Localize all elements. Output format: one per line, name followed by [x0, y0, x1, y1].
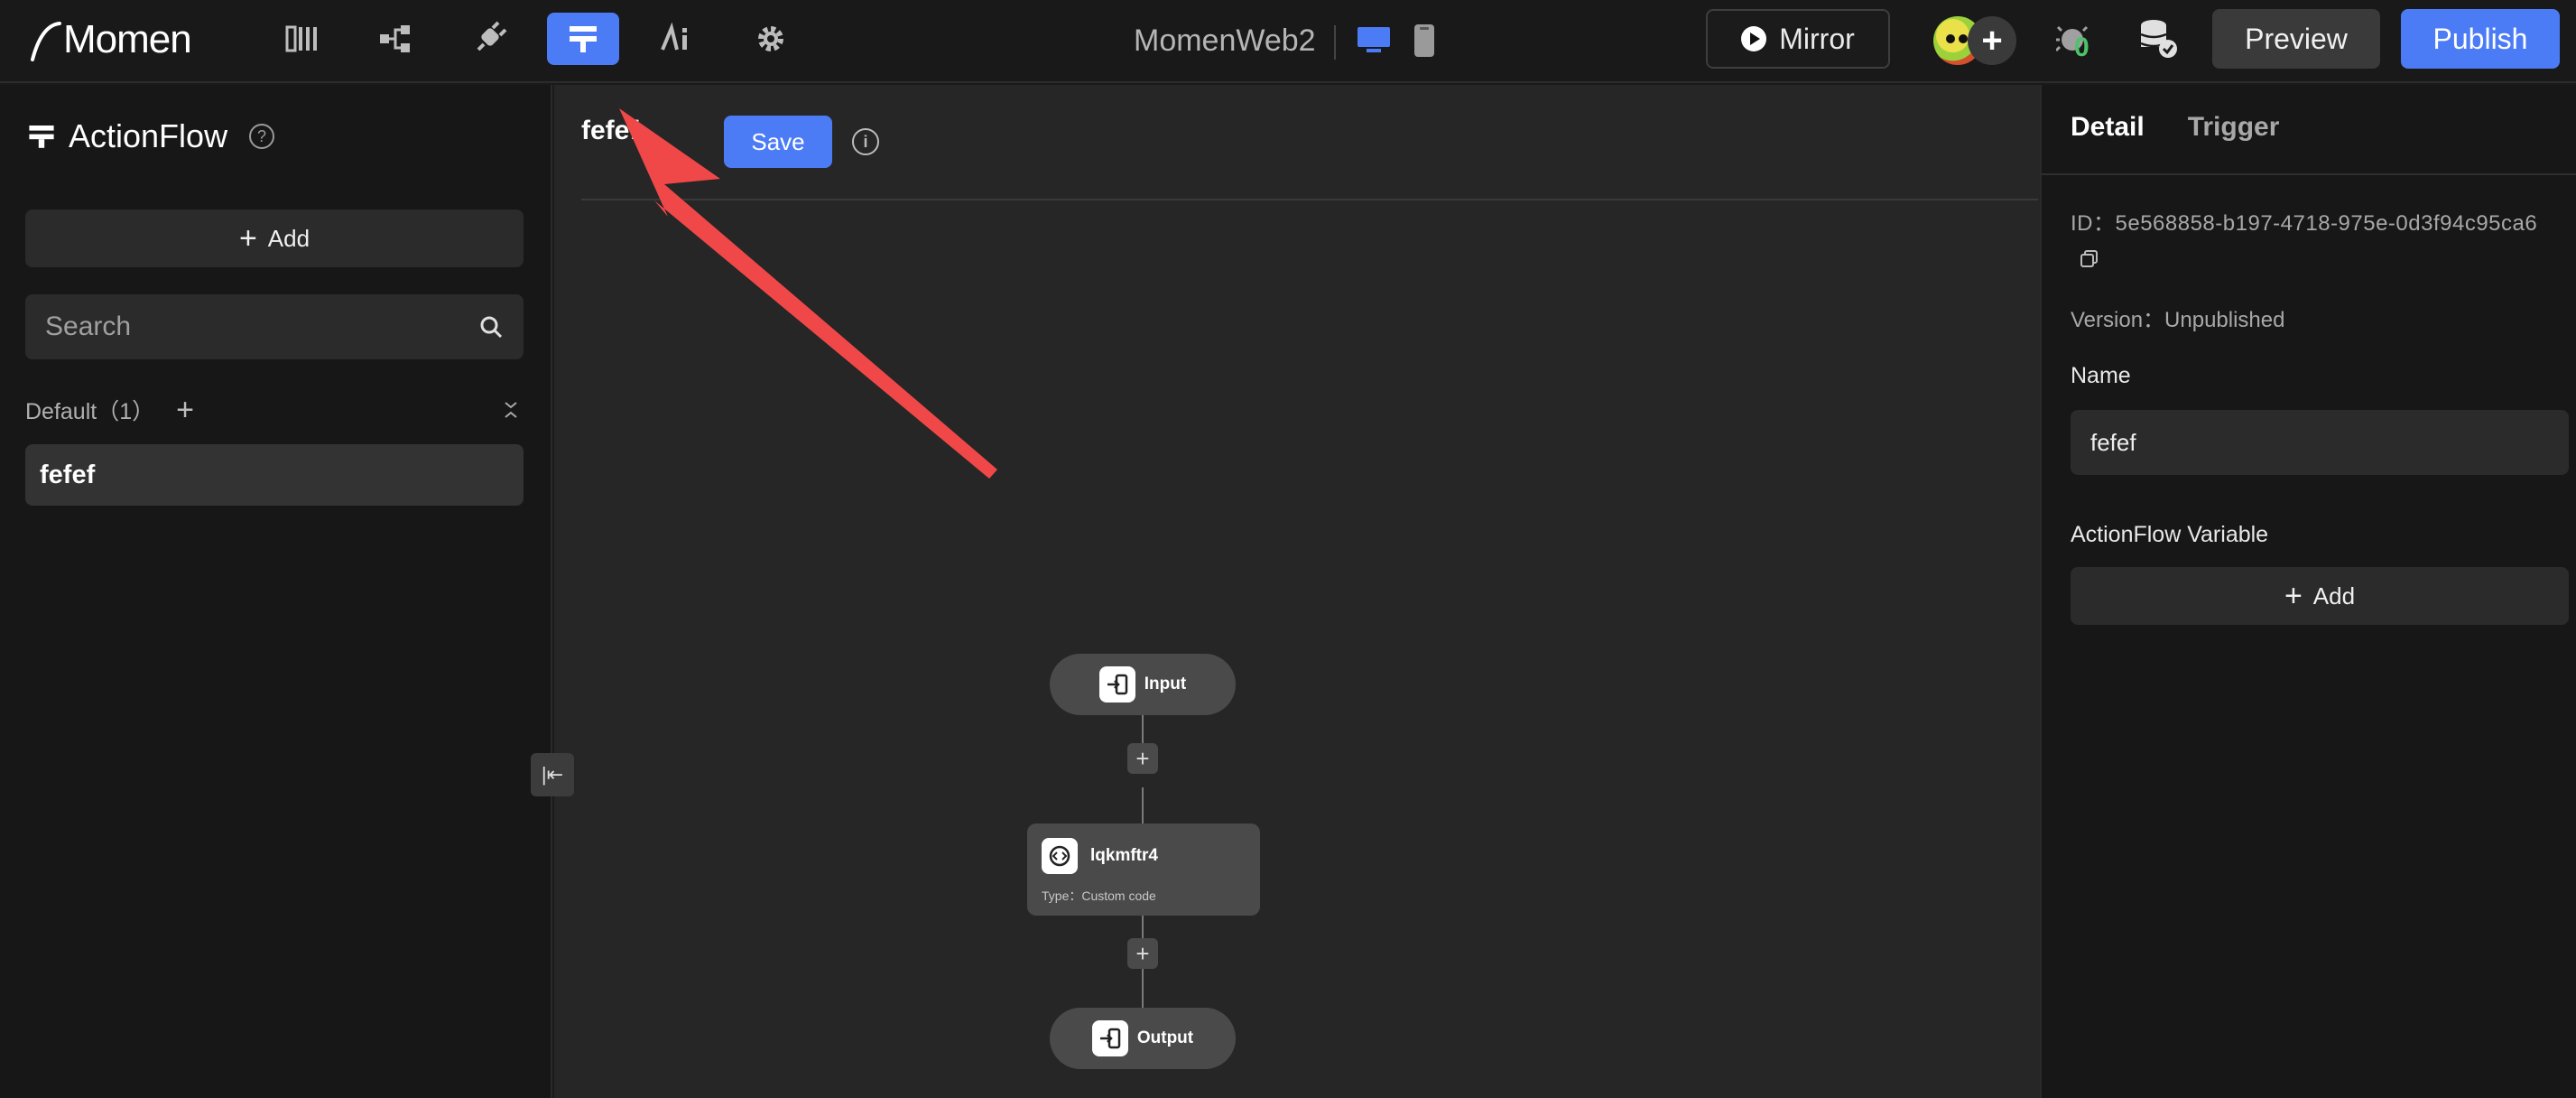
group-header: Default（1） +	[25, 392, 524, 428]
group-label: Default（1）	[25, 399, 155, 424]
momen-logo[interactable]: Momen	[29, 13, 192, 67]
actionflow-icon	[29, 126, 54, 148]
search-icon[interactable]	[478, 314, 504, 340]
tab-detail[interactable]: Detail	[2071, 112, 2145, 143]
publish-button[interactable]: Publish	[2401, 9, 2560, 69]
divider	[2042, 173, 2576, 175]
collapse-sidebar-icon[interactable]: |⇤	[531, 753, 574, 796]
list-item[interactable]: fefef	[25, 444, 524, 506]
desktop-device-icon[interactable]	[1356, 23, 1392, 56]
connector	[1142, 966, 1144, 1008]
logo-swoosh-icon	[31, 22, 61, 61]
output-node-label: Output	[1136, 1028, 1194, 1047]
help-icon[interactable]: ?	[249, 124, 275, 149]
connector	[1142, 787, 1144, 825]
add-to-group-icon[interactable]: +	[176, 393, 194, 428]
detail-panel: Detail Trigger ID：5e568858-b197-4718-975…	[2040, 85, 2576, 1098]
variable-label: ActionFlow Variable	[2071, 522, 2269, 547]
search-box	[25, 294, 524, 359]
info-icon[interactable]: i	[852, 128, 879, 155]
flow-id: ID：5e568858-b197-4718-975e-0d3f94c95ca6	[2071, 206, 2540, 278]
search-input[interactable]	[45, 312, 478, 342]
tab-trigger[interactable]: Trigger	[2188, 112, 2280, 143]
save-button[interactable]: Save	[724, 116, 832, 168]
add-node-button[interactable]: +	[1127, 938, 1158, 969]
node-name: lqkmftr4	[1090, 846, 1158, 865]
ai-icon[interactable]	[641, 13, 713, 65]
mobile-device-icon[interactable]	[1413, 23, 1435, 58]
database-status-icon[interactable]	[2136, 16, 2181, 61]
project-name: MomenWeb2	[1134, 23, 1316, 58]
divider	[1334, 25, 1336, 60]
custom-code-node[interactable]: lqkmftr4 Type：Custom code	[1027, 824, 1260, 916]
plugin-icon[interactable]	[453, 13, 525, 65]
settings-icon[interactable]	[735, 13, 807, 65]
add-actionflow-button[interactable]: + Add	[25, 209, 524, 267]
divider	[581, 199, 2038, 200]
canvas-header: fefef	[581, 116, 638, 146]
actionflow-icon[interactable]	[547, 13, 619, 65]
data-model-icon[interactable]	[359, 13, 431, 65]
plus-icon: +	[238, 221, 257, 256]
plus-icon: +	[2284, 579, 2303, 613]
add-variable-label: Add	[2312, 582, 2356, 609]
debug-count: 0	[2074, 33, 2090, 62]
output-node[interactable]: Output	[1050, 1008, 1236, 1069]
code-icon	[1042, 838, 1078, 874]
add-label: Add	[267, 224, 310, 252]
panel-tabs: Detail Trigger	[2071, 112, 2279, 143]
connector	[1142, 914, 1144, 939]
node-type: Type：Custom code	[1042, 889, 1156, 903]
input-node-icon	[1098, 666, 1135, 703]
version-text: Version：Unpublished	[2071, 308, 2285, 332]
flow-id-text: ID：5e568858-b197-4718-975e-0d3f94c95ca6	[2071, 211, 2538, 236]
flow-canvas[interactable]: fefef Save i |⇤ + + Input lqkmftr4 Type：…	[531, 85, 2040, 1098]
name-label: Name	[2071, 363, 2131, 388]
app-window: Momen MomenWeb2 Mirror + 0 Preview Publi…	[0, 0, 2576, 1098]
actionflow-sidebar: ActionFlow ? + Add Default（1） + fefef	[0, 85, 552, 1098]
play-icon	[1741, 26, 1767, 51]
copy-icon[interactable]	[2080, 249, 2099, 269]
input-node[interactable]: Input	[1050, 654, 1236, 715]
preview-button[interactable]: Preview	[2212, 9, 2380, 69]
collapse-group-icon[interactable]	[498, 397, 524, 423]
sidebar-title: ActionFlow	[69, 117, 228, 154]
mirror-button[interactable]: Mirror	[1706, 9, 1890, 69]
top-bar: Momen MomenWeb2 Mirror + 0 Preview Publi…	[0, 0, 2576, 83]
add-variable-button[interactable]: + Add	[2071, 567, 2569, 625]
input-node-label: Input	[1144, 675, 1187, 693]
flow-name[interactable]: fefef	[581, 116, 638, 146]
add-node-button[interactable]: +	[1127, 743, 1158, 774]
logo-text: Momen	[63, 17, 192, 61]
name-field[interactable]: fefef	[2071, 410, 2569, 475]
output-node-icon	[1091, 1020, 1128, 1056]
sidebar-header: ActionFlow ?	[27, 117, 275, 155]
pages-icon[interactable]	[265, 13, 338, 65]
mirror-label: Mirror	[1779, 22, 1855, 55]
add-collaborator-icon[interactable]: +	[1968, 16, 2016, 65]
